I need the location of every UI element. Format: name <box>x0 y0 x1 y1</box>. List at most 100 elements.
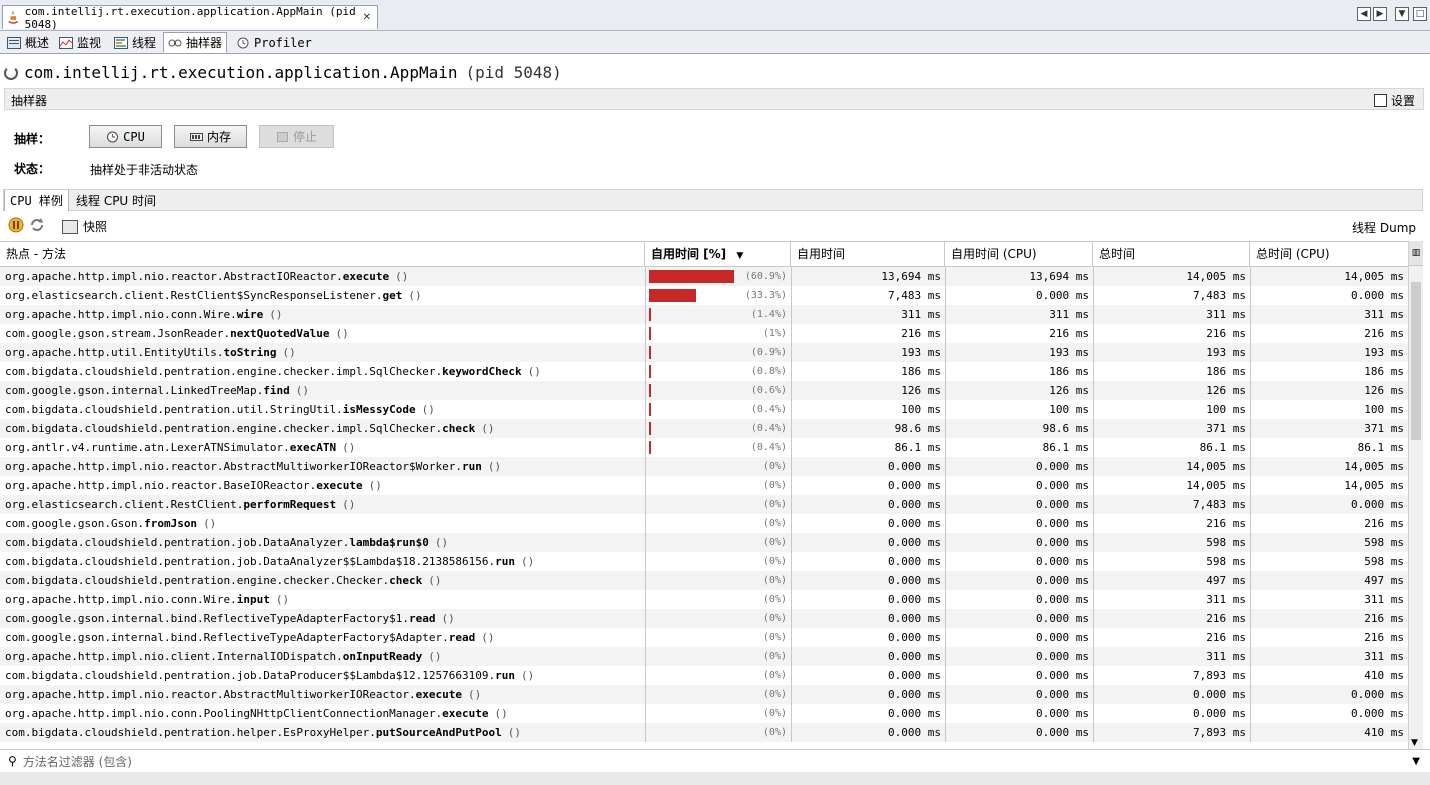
tab-overview[interactable]: 概述 <box>2 32 54 53</box>
self-time-percent: (0%) <box>762 727 787 738</box>
table-row[interactable]: org.apache.http.impl.nio.reactor.Abstrac… <box>0 685 1408 704</box>
table-row[interactable]: org.elasticsearch.client.RestClient$Sync… <box>0 286 1408 305</box>
self-time-cell: 311 ms <box>791 305 945 324</box>
close-tab-icon[interactable]: ✕ <box>363 12 371 23</box>
pause-icon[interactable] <box>8 217 24 233</box>
table-row[interactable]: org.apache.http.impl.nio.conn.PoolingNHt… <box>0 704 1408 723</box>
table-row[interactable]: com.google.gson.stream.JsonReader.nextQu… <box>0 324 1408 343</box>
dropdown-icon[interactable]: ▼ <box>1395 7 1409 21</box>
method-name: check <box>389 574 423 587</box>
column-header-total[interactable]: 总时间 <box>1093 242 1250 266</box>
total-time-cell: 311 ms <box>1093 647 1250 666</box>
status-label: 状态： <box>14 162 51 176</box>
self-pct-cell: 311 ms(1.4%) <box>645 305 791 324</box>
column-header-method[interactable]: 热点 - 方法 <box>0 242 645 266</box>
table-row[interactable]: com.bigdata.cloudshield.pentration.util.… <box>0 400 1408 419</box>
self-time-bar <box>649 384 651 397</box>
stop-button[interactable]: 停止 <box>259 125 334 148</box>
self-cpu-cell: 311 ms <box>945 305 1093 324</box>
table-row[interactable]: com.google.gson.internal.bind.Reflective… <box>0 609 1408 628</box>
total-time-cell: 14,005 ms <box>1093 476 1250 495</box>
method-args: () <box>507 726 521 739</box>
table-row[interactable]: org.apache.http.impl.nio.reactor.Abstrac… <box>0 457 1408 476</box>
method-cell: com.bigdata.cloudshield.pentration.engin… <box>0 362 645 381</box>
method-cell: org.apache.http.impl.nio.conn.Wire.wire (… <box>0 305 645 324</box>
total-cpu-cell: 14,005 ms <box>1250 457 1408 476</box>
tab-cpu-samples[interactable]: CPU 样例 <box>4 190 69 211</box>
method-name: find <box>263 384 290 397</box>
method-cell: com.bigdata.cloudshield.pentration.job.D… <box>0 533 645 552</box>
table-row[interactable]: com.bigdata.cloudshield.pentration.helpe… <box>0 723 1408 742</box>
method-package: org.antlr.v4.runtime.atn.LexerATNSimulat… <box>5 441 290 454</box>
total-cpu-cell: 216 ms <box>1250 324 1408 343</box>
scrollbar-thumb[interactable] <box>1411 282 1421 440</box>
total-time-cell: 7,893 ms <box>1093 723 1250 742</box>
loading-spinner-icon <box>4 65 18 80</box>
method-package: com.bigdata.cloudshield.pentration.engin… <box>5 574 390 587</box>
total-cpu-cell: 126 ms <box>1250 381 1408 400</box>
self-cpu-cell: 0.000 ms <box>945 457 1093 476</box>
tab-threads[interactable]: 线程 <box>109 32 161 53</box>
scroll-down-icon[interactable]: ▼ <box>1411 738 1418 748</box>
filter-icon[interactable]: ⚲ <box>8 754 17 768</box>
table-row[interactable]: org.elasticsearch.client.RestClient.perf… <box>0 495 1408 514</box>
column-chooser-icon[interactable]: ▥ <box>1409 241 1423 266</box>
method-cell: com.google.gson.internal.bind.Reflective… <box>0 609 645 628</box>
table-row[interactable]: com.bigdata.cloudshield.pentration.job.D… <box>0 552 1408 571</box>
filter-placeholder[interactable]: 方法名过滤器 (包含) <box>23 753 132 770</box>
table-row[interactable]: org.apache.http.util.EntityUtils.toStrin… <box>0 343 1408 362</box>
column-header-self-pct[interactable]: 自用时间 [%] ▼ <box>645 242 791 266</box>
column-header-self-cpu[interactable]: 自用时间 (CPU) <box>945 242 1093 266</box>
table-row[interactable]: org.apache.http.impl.nio.reactor.BaseIOR… <box>0 476 1408 495</box>
table-row[interactable]: org.apache.http.impl.nio.conn.Wire.input… <box>0 590 1408 609</box>
filter-dropdown-icon[interactable]: ▼ <box>1412 756 1420 767</box>
self-pct-cell: 186 ms(0.8%) <box>645 362 791 381</box>
memory-button[interactable]: 内存 <box>174 125 247 148</box>
tab-sampler[interactable]: 抽样器 <box>163 32 228 53</box>
settings-checkbox[interactable]: 设置 <box>1373 92 1415 109</box>
snapshot-button[interactable]: 快照 <box>62 218 107 235</box>
table-row[interactable]: com.google.gson.Gson.fromJson()0.000 ms(… <box>0 514 1408 533</box>
scroll-right-icon[interactable]: ▶ <box>1373 7 1387 21</box>
table-row[interactable]: com.bigdata.cloudshield.pentration.job.D… <box>0 533 1408 552</box>
tab-profiler[interactable]: Profiler <box>231 32 317 53</box>
cpu-button[interactable]: CPU <box>89 125 162 148</box>
method-name: get <box>382 289 403 302</box>
table-row[interactable]: com.google.gson.internal.LinkedTreeMap.f… <box>0 381 1408 400</box>
tab-monitor[interactable]: 监视 <box>54 32 106 53</box>
self-pct-cell: 100 ms(0.4%) <box>645 400 791 419</box>
vertical-scrollbar[interactable]: ▥ ▼ <box>1408 241 1423 750</box>
table-row[interactable]: com.bigdata.cloudshield.pentration.job.D… <box>0 666 1408 685</box>
thread-dump-button[interactable]: 线程 Dump <box>1352 219 1416 236</box>
method-args: () <box>335 327 349 340</box>
table-row[interactable]: com.bigdata.cloudshield.pentration.engin… <box>0 571 1408 590</box>
table-row[interactable]: org.apache.http.impl.nio.reactor.Abstrac… <box>0 267 1408 286</box>
total-cpu-cell: 100 ms <box>1250 400 1408 419</box>
refresh-icon[interactable] <box>29 217 45 233</box>
document-tab[interactable]: com.intellij.rt.execution.application.Ap… <box>2 5 378 31</box>
method-args: () <box>481 631 495 644</box>
maximize-icon[interactable]: □ <box>1413 7 1427 21</box>
method-args: () <box>295 384 310 397</box>
total-cpu-cell: 311 ms <box>1250 590 1408 609</box>
table-row[interactable]: org.apache.http.impl.nio.conn.Wire.wire (… <box>0 305 1408 324</box>
self-cpu-cell: 0.000 ms <box>945 666 1093 685</box>
table-row[interactable]: com.bigdata.cloudshield.pentration.engin… <box>0 362 1408 381</box>
method-filter[interactable]: ⚲ 方法名过滤器 (包含) ▼ <box>0 749 1430 772</box>
tab-thread-cpu-time[interactable]: 线程 CPU 时间 <box>71 190 161 211</box>
total-time-cell: 497 ms <box>1093 571 1250 590</box>
table-row[interactable]: com.bigdata.cloudshield.pentration.engin… <box>0 419 1408 438</box>
table-row[interactable]: org.antlr.v4.runtime.atn.LexerATNSimulat… <box>0 438 1408 457</box>
column-header-self-time[interactable]: 自用时间 <box>791 242 945 266</box>
scroll-left-icon[interactable]: ◀ <box>1357 7 1371 21</box>
checkbox-icon[interactable] <box>1373 94 1387 107</box>
total-time-cell: 216 ms <box>1093 324 1250 343</box>
self-time-percent: (0%) <box>762 518 787 529</box>
app-name: com.intellij.rt.execution.application.Ap… <box>24 63 458 82</box>
table-row[interactable]: org.apache.http.impl.nio.client.Internal… <box>0 647 1408 666</box>
table-row[interactable]: com.google.gson.internal.bind.Reflective… <box>0 628 1408 647</box>
method-cell: org.elasticsearch.client.RestClient.perf… <box>0 495 645 514</box>
self-time-cell: 98.6 ms <box>791 419 945 438</box>
method-cell: com.bigdata.cloudshield.pentration.engin… <box>0 419 645 438</box>
column-header-total-cpu[interactable]: 总时间 (CPU) <box>1250 242 1408 266</box>
